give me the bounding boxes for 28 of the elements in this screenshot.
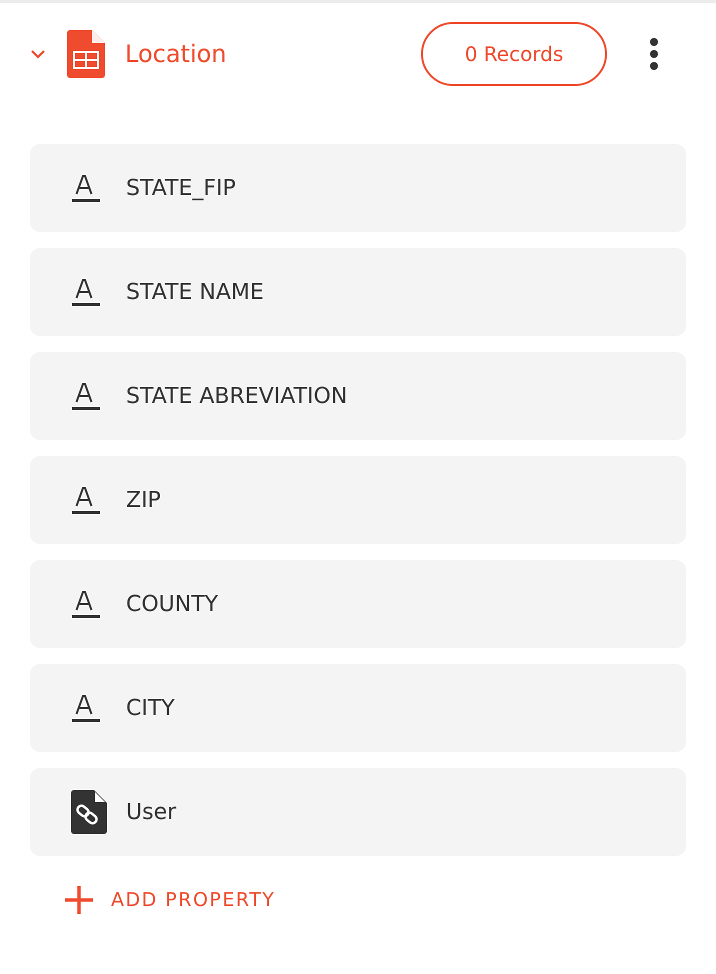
property-name: User	[126, 800, 176, 824]
text-type-icon	[72, 173, 100, 203]
linked-file-icon	[71, 790, 107, 834]
records-button[interactable]: 0 Records	[421, 22, 607, 86]
text-type-icon	[72, 277, 100, 307]
add-property-button[interactable]: ADD PROPERTY	[65, 886, 276, 914]
text-type-icon	[72, 589, 100, 619]
property-row[interactable]: STATE NAME	[30, 248, 686, 336]
property-row[interactable]: STATE_FIP	[30, 144, 686, 232]
text-type-icon	[72, 693, 100, 723]
more-menu-icon[interactable]	[650, 38, 658, 70]
chevron-icon[interactable]	[30, 49, 46, 59]
property-name: STATE NAME	[126, 280, 264, 304]
table-title: Location	[125, 40, 227, 68]
spreadsheet-icon	[67, 30, 105, 78]
property-row[interactable]: COUNTY	[30, 560, 686, 648]
property-row[interactable]: ZIP	[30, 456, 686, 544]
property-row[interactable]: User	[30, 768, 686, 856]
property-name: ZIP	[126, 488, 161, 512]
property-name: COUNTY	[126, 592, 218, 616]
property-row[interactable]: STATE ABREVIATION	[30, 352, 686, 440]
property-row[interactable]: CITY	[30, 664, 686, 752]
property-name: CITY	[126, 696, 175, 720]
property-name: STATE_FIP	[126, 176, 236, 200]
text-type-icon	[72, 381, 100, 411]
plus-icon	[65, 886, 93, 914]
property-name: STATE ABREVIATION	[126, 384, 348, 408]
text-type-icon	[72, 485, 100, 515]
